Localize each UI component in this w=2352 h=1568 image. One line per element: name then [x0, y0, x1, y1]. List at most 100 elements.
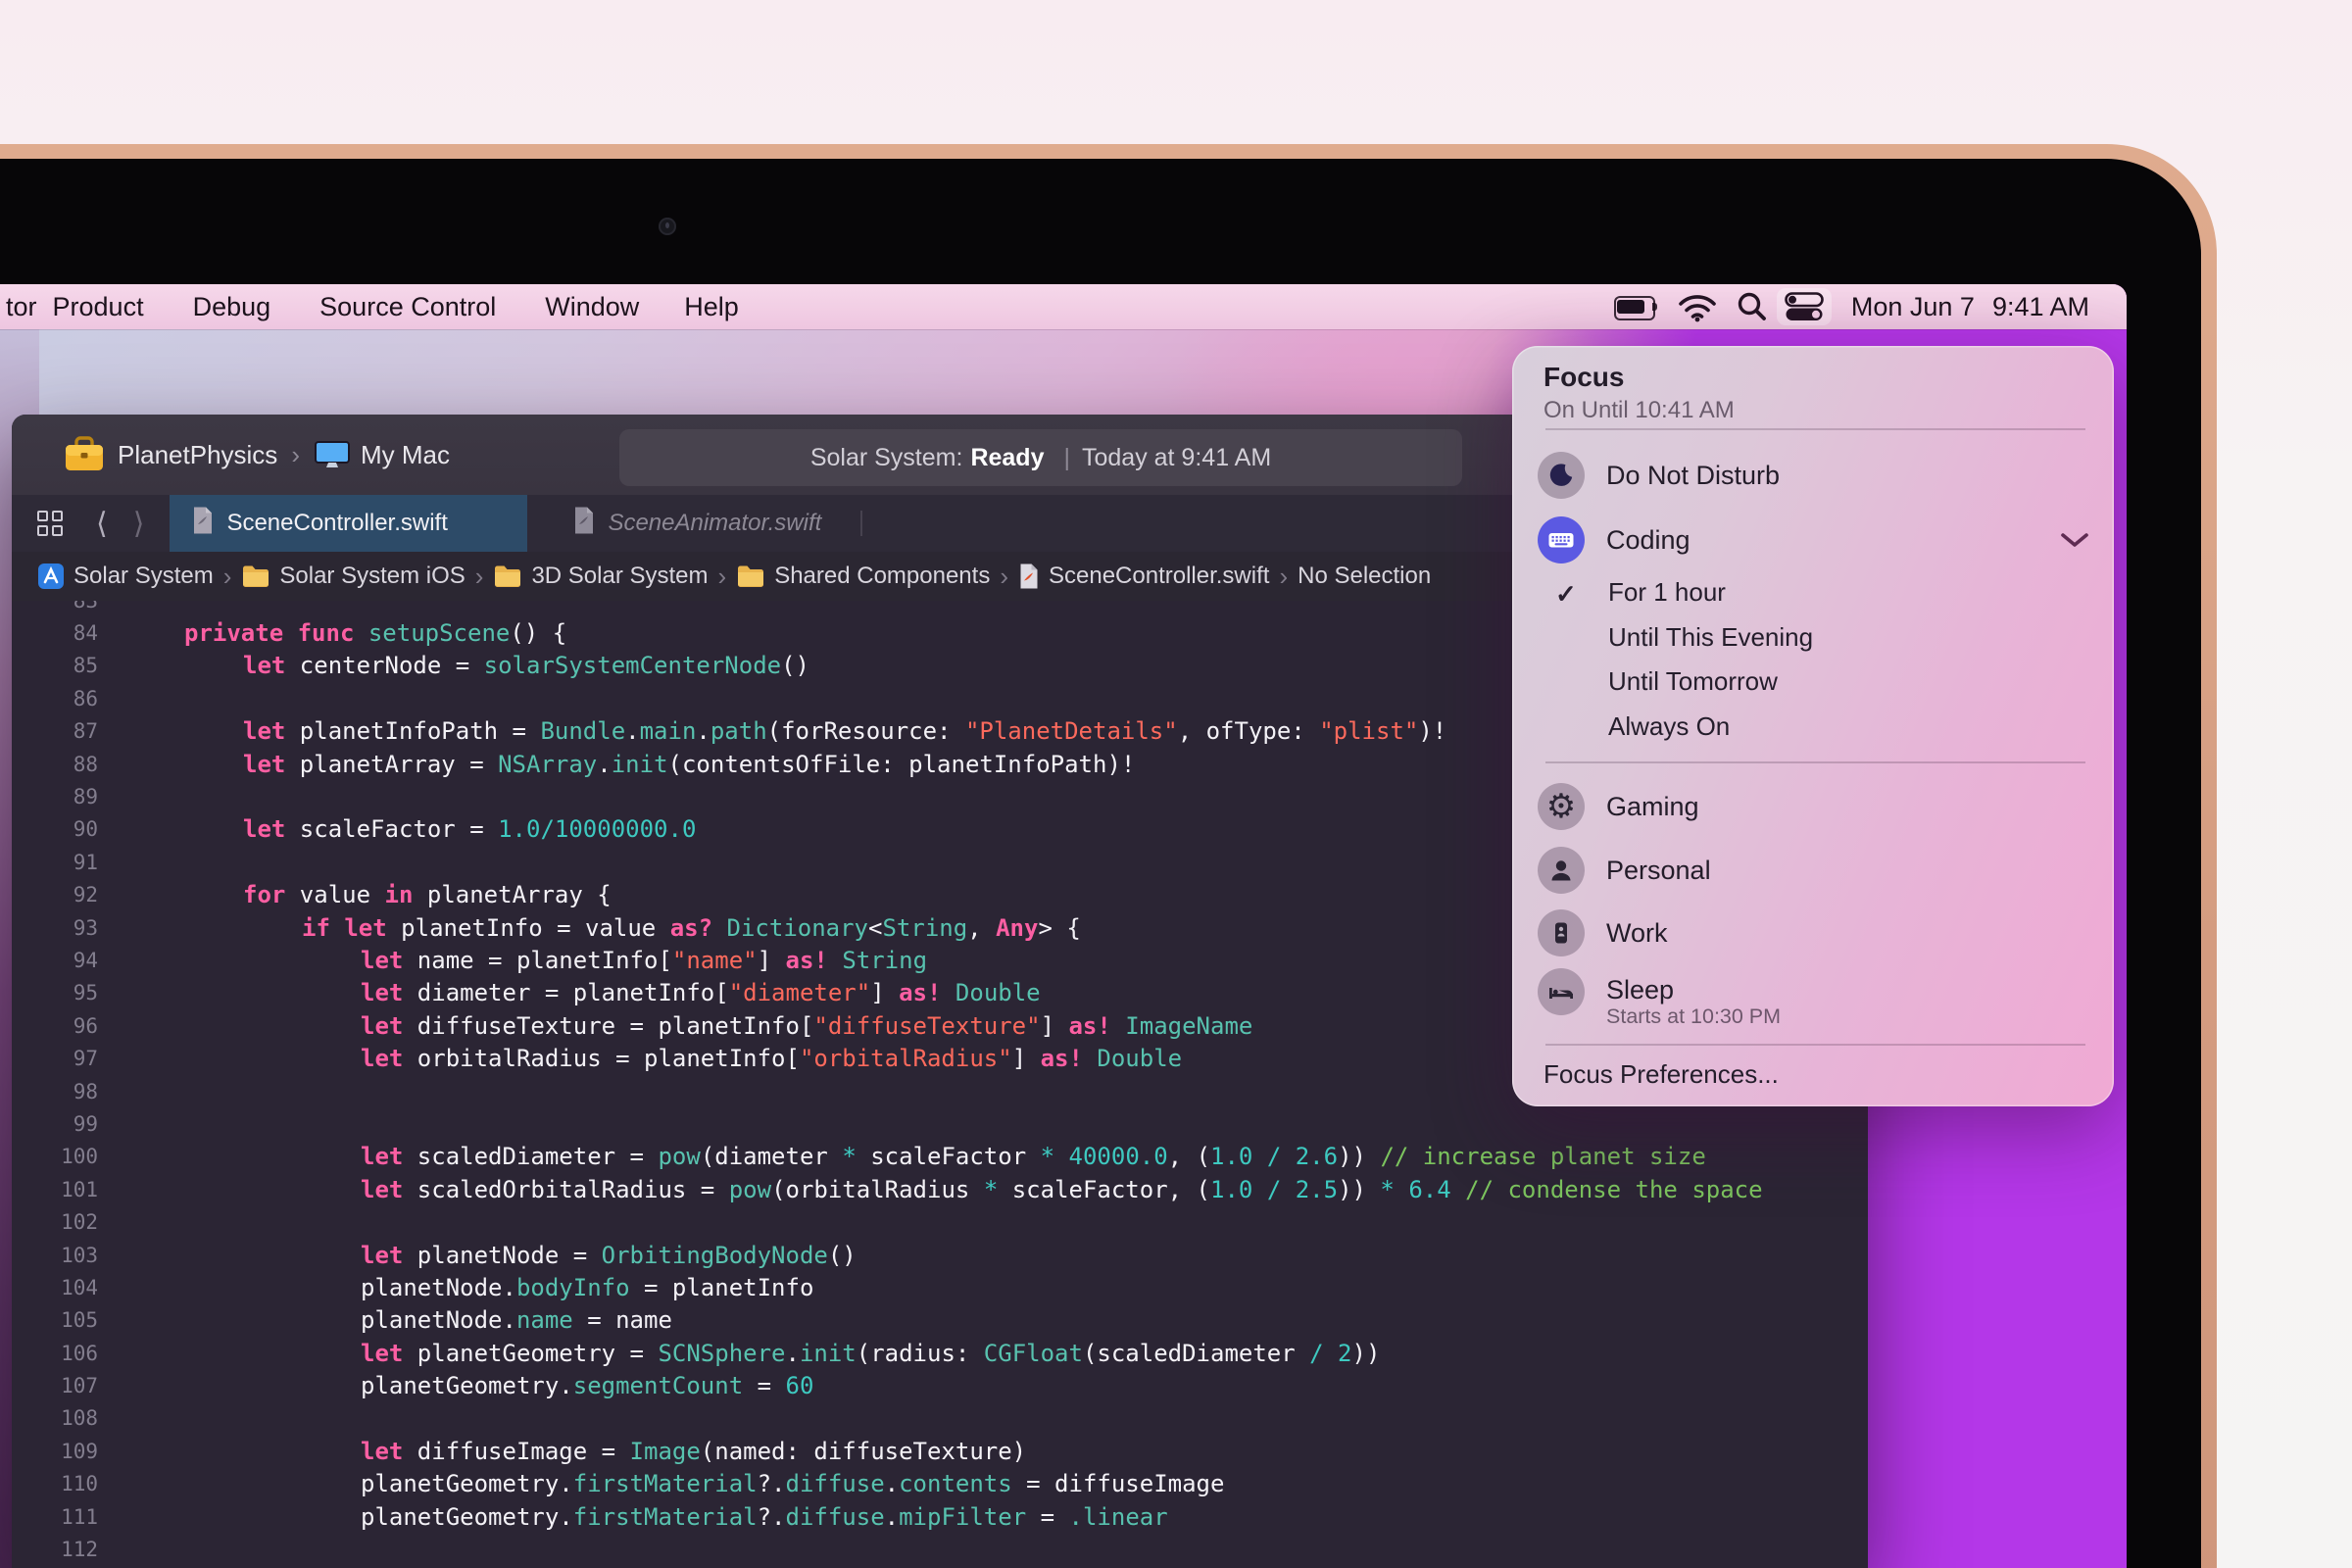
breadcrumb-file[interactable]: SceneController.swift	[1018, 563, 1269, 590]
breadcrumb-folder-3[interactable]: Shared Components	[736, 563, 990, 590]
code-line-103: 103 let planetNode = OrbitingBodyNode()	[12, 1239, 1868, 1271]
focus-item-sleep[interactable]: Sleep	[1512, 968, 2114, 1015]
code-text: let planetGeometry = SCNSphere.init(radi…	[361, 1339, 1381, 1367]
focus-item-label: Gaming	[1606, 791, 1699, 821]
focus-option-always-on[interactable]: Always On	[1608, 705, 2055, 748]
battery-icon[interactable]	[1613, 296, 1657, 320]
run-destination[interactable]: My Mac	[361, 440, 450, 470]
line-number: 85	[73, 654, 98, 678]
code-text: if let planetInfo = value as? Dictionary…	[302, 913, 1081, 942]
display-icon	[314, 440, 351, 469]
menu-debug[interactable]: Debug	[193, 292, 271, 322]
focus-preferences-button[interactable]: Focus Preferences...	[1544, 1059, 1779, 1089]
line-number: 98	[73, 1079, 98, 1103]
line-number: 104	[61, 1275, 98, 1299]
line-number: 97	[73, 1047, 98, 1071]
focus-item-do-not-disturb[interactable]: Do Not Disturb	[1512, 452, 2114, 499]
forward-chevron-icon[interactable]: ⟩	[133, 507, 145, 541]
code-line-110: 110 planetGeometry.firstMaterial?.diffuse…	[12, 1468, 1868, 1500]
code-text: let diffuseTexture = planetInfo["diffuse…	[361, 1011, 1253, 1040]
focus-option-until-tomorrow[interactable]: Until Tomorrow	[1608, 660, 2055, 703]
marketing-image: tor Product Debug Source Control Window …	[0, 0, 2352, 1568]
breadcrumb-folder-2[interactable]: 3D Solar System	[493, 563, 709, 590]
line-number: 107	[61, 1374, 98, 1398]
code-text: let centerNode = solarSystemCenterNode()	[243, 652, 809, 680]
option-label: Until This Evening	[1608, 621, 1814, 652]
code-line-106: 106 let planetGeometry = SCNSphere.init(r…	[12, 1337, 1868, 1369]
tab-sceneanimator[interactable]: SceneAnimator.swift	[551, 495, 843, 552]
divider	[1545, 1044, 2085, 1046]
line-number: 95	[73, 981, 98, 1005]
menu-bar-clock[interactable]: Mon Jun 7 9:41 AM	[1851, 292, 2089, 322]
scheme-name[interactable]: PlanetPhysics	[118, 440, 277, 470]
project-icon	[37, 563, 65, 590]
line-number: 91	[73, 850, 98, 874]
tab-label: SceneAnimator.swift	[608, 510, 822, 536]
line-number: 86	[73, 686, 98, 710]
moon-icon	[1538, 452, 1585, 499]
code-line-104: 104 planetNode.bodyInfo = planetInfo	[12, 1271, 1868, 1303]
control-center-button[interactable]	[1776, 288, 1832, 325]
code-line-109: 109 let diffuseImage = Image(named: diffu…	[12, 1435, 1868, 1467]
code-line-105: 105 planetNode.name = name	[12, 1304, 1868, 1337]
breadcrumb-label: SceneController.swift	[1049, 563, 1270, 589]
chevron-icon: ›	[1279, 561, 1289, 591]
menu-items: tor Product Debug Source Control Window …	[0, 292, 739, 322]
line-number: 101	[61, 1177, 98, 1201]
menu-help[interactable]: Help	[684, 292, 739, 322]
breadcrumb-project[interactable]: Solar System	[37, 563, 214, 590]
focus-item-label: Personal	[1606, 855, 1711, 885]
code-text: let diffuseImage = Image(named: diffuseT…	[361, 1437, 1027, 1465]
menu-editor-partial[interactable]: tor	[6, 292, 37, 322]
bed-icon	[1538, 968, 1585, 1015]
line-number: 106	[61, 1341, 98, 1365]
chevron-icon: ›	[1000, 561, 1008, 591]
focus-menu-panel: Focus On Until 10:41 AM Do Not Disturb C…	[1512, 346, 2114, 1106]
line-number: 93	[73, 915, 98, 940]
line-number: 110	[61, 1472, 98, 1496]
focus-item-coding[interactable]: Coding	[1512, 516, 2114, 564]
menu-product[interactable]: Product	[53, 292, 144, 322]
back-chevron-icon[interactable]: ⟨	[96, 507, 108, 541]
folder-icon	[736, 564, 765, 588]
editor-layout-icon[interactable]	[37, 511, 63, 536]
focus-item-gaming[interactable]: ⚙ Gaming	[1512, 783, 2114, 830]
tab-scenecontroller[interactable]: SceneController.swift	[170, 495, 528, 552]
focus-item-label: Work	[1606, 917, 1668, 948]
focus-option-until-this-evening[interactable]: Until This Evening	[1608, 615, 2055, 659]
line-number: 92	[73, 883, 98, 907]
toolbox-icon	[63, 435, 106, 474]
line-number: 103	[61, 1243, 98, 1267]
option-label: For 1 hour	[1608, 576, 1726, 607]
focus-item-personal[interactable]: Personal	[1512, 847, 2114, 894]
breadcrumb-folder-1[interactable]: Solar System iOS	[241, 563, 466, 590]
menu-source-control[interactable]: Source Control	[319, 292, 496, 322]
spotlight-search-icon[interactable]	[1736, 290, 1769, 323]
breadcrumb-selection[interactable]: No Selection	[1298, 563, 1431, 590]
swift-file-icon	[1018, 563, 1040, 590]
line-number: 83	[12, 601, 98, 612]
menu-window[interactable]: Window	[545, 292, 639, 322]
focus-option-for-1-hour[interactable]: For 1 hour	[1608, 570, 2055, 613]
line-number: 102	[61, 1210, 98, 1235]
line-number: 89	[73, 785, 98, 809]
breadcrumb-label: Solar System	[74, 563, 214, 589]
code-line-107: 107 planetGeometry.segmentCount = 60	[12, 1369, 1868, 1401]
breadcrumb-label: Solar System iOS	[279, 563, 466, 589]
code-text: let name = planetInfo["name"] as! String	[361, 946, 928, 974]
menu-bar: tor Product Debug Source Control Window …	[0, 284, 2127, 329]
person-icon	[1538, 847, 1585, 894]
activity-status[interactable]: Solar System: Ready | Today at 9:41 AM	[619, 429, 1462, 486]
wifi-icon[interactable]	[1677, 291, 1718, 322]
time-label: 9:41 AM	[1991, 291, 2089, 321]
chevron-down-icon[interactable]	[2057, 530, 2092, 555]
focus-item-work[interactable]: Work	[1512, 909, 2114, 956]
line-number: 108	[61, 1406, 98, 1431]
focus-item-label: Do Not Disturb	[1606, 460, 1781, 490]
focus-title: Focus	[1544, 362, 1625, 392]
code-text: planetGeometry.firstMaterial?.diffuse.co…	[361, 1470, 1225, 1498]
breadcrumb-label: No Selection	[1298, 563, 1432, 589]
keyboard-icon	[1538, 516, 1585, 564]
option-label: Always On	[1608, 710, 1731, 741]
line-number: 84	[73, 621, 98, 646]
